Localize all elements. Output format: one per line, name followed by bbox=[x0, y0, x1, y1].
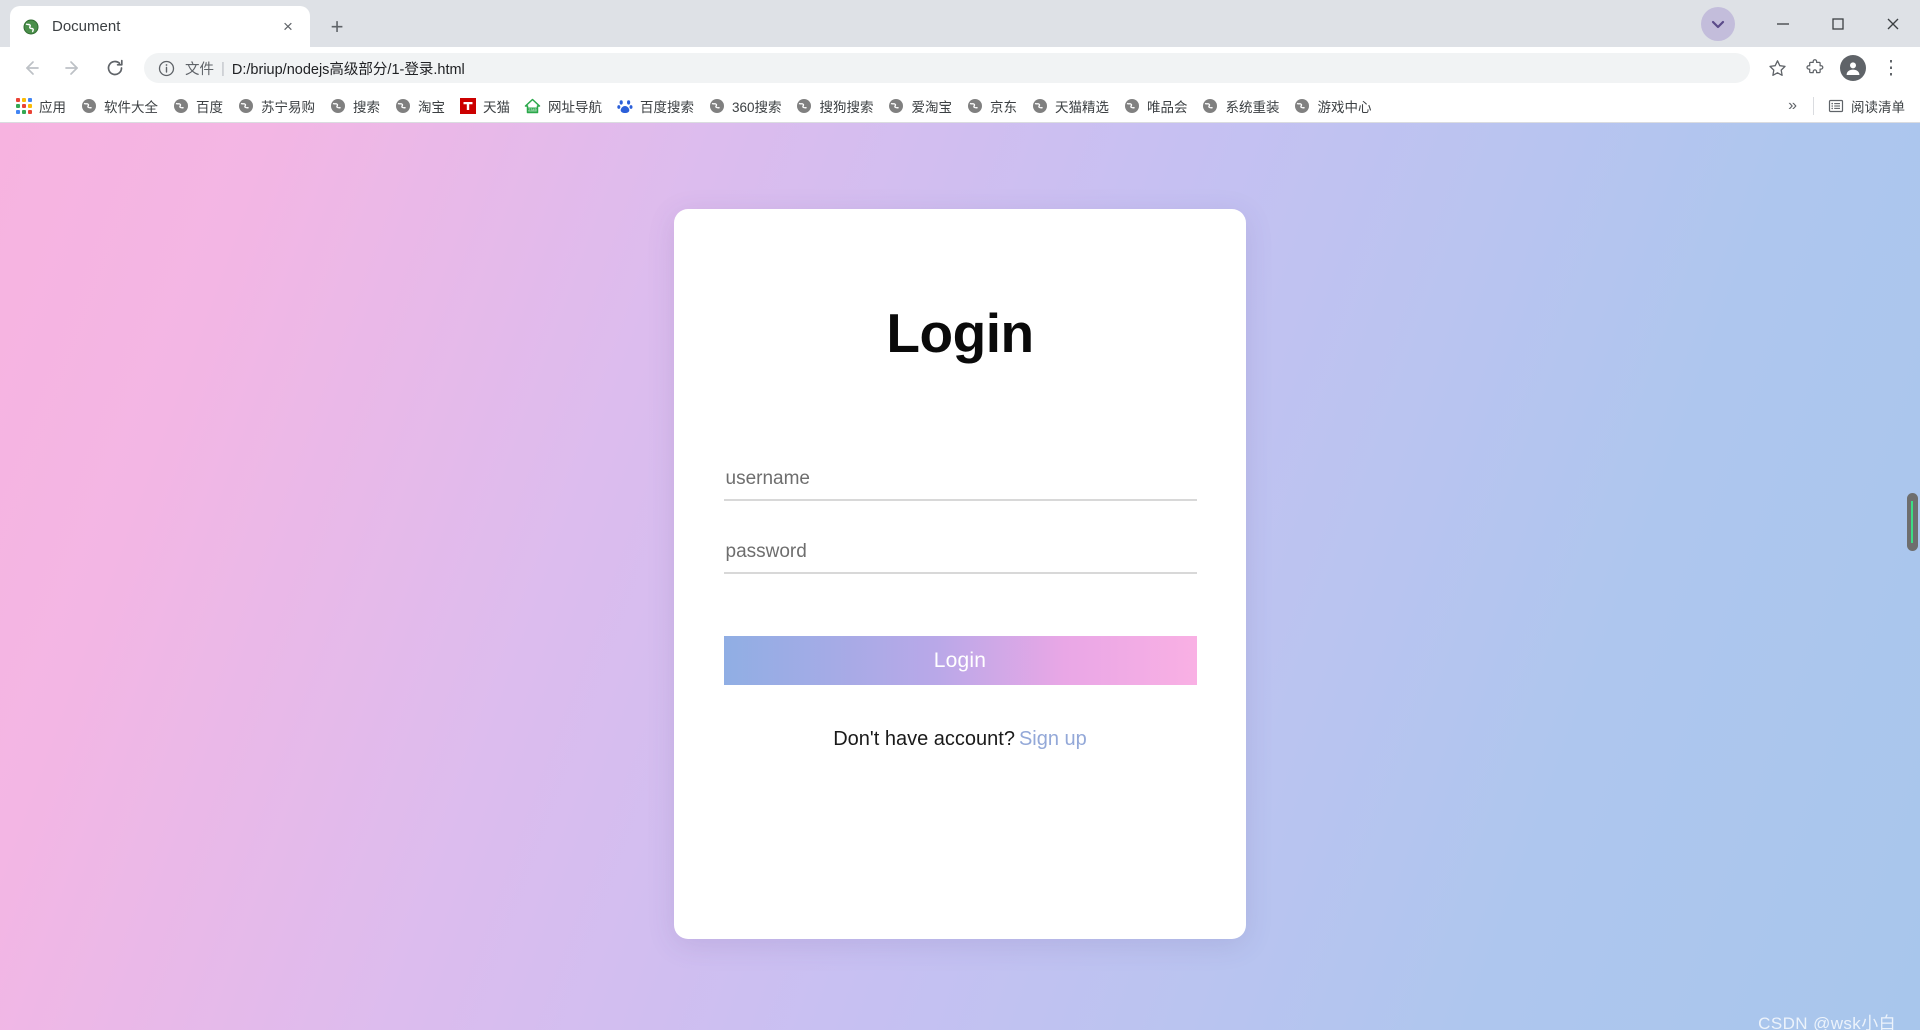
bookmark-apps[interactable]: 应用 bbox=[8, 93, 73, 119]
bookmark-sousuo[interactable]: 搜索 bbox=[322, 93, 387, 119]
page-viewport: Login Login Don't have account?Sign up C… bbox=[0, 123, 1920, 1030]
tab-title: Document bbox=[52, 18, 121, 35]
bookmark-baidu[interactable]: 百度 bbox=[165, 93, 230, 119]
globe-icon bbox=[237, 97, 254, 114]
bookmark-label: 系统重装 bbox=[1225, 99, 1280, 115]
bookmark-label: 游戏中心 bbox=[1317, 99, 1372, 115]
bookmark-label: 搜狗搜索 bbox=[819, 99, 874, 115]
bookmark-suningyigou[interactable]: 苏宁易购 bbox=[230, 93, 322, 119]
maximize-button[interactable] bbox=[1810, 0, 1865, 47]
bookmark-tmall[interactable]: 天猫 bbox=[452, 93, 517, 119]
password-input[interactable] bbox=[723, 538, 1197, 574]
login-button[interactable]: Login bbox=[723, 636, 1197, 685]
globe-icon bbox=[708, 97, 725, 114]
bookmark-taobao[interactable]: 淘宝 bbox=[387, 93, 452, 119]
profile-badge-icon[interactable] bbox=[1701, 6, 1735, 41]
login-form: Login Don't have account?Sign up bbox=[723, 465, 1197, 751]
tab-strip: Document × + bbox=[0, 0, 1920, 47]
bookmark-label: 应用 bbox=[39, 99, 66, 115]
username-input[interactable] bbox=[723, 465, 1197, 501]
page-scrollbar-thumb[interactable] bbox=[1907, 493, 1918, 551]
extensions-puzzle-icon[interactable] bbox=[1799, 52, 1831, 84]
signup-link[interactable]: Sign up bbox=[1019, 728, 1087, 750]
address-bar[interactable]: 文件 | D:/briup/nodejs高级部分/1-登录.html bbox=[144, 53, 1750, 83]
globe-icon bbox=[1031, 97, 1048, 114]
bookmark-label: 苏宁易购 bbox=[261, 99, 315, 115]
globe-icon bbox=[172, 97, 189, 114]
bookmark-baidusousuo[interactable]: 百度搜索 bbox=[609, 93, 701, 119]
bookmark-sogou[interactable]: 搜狗搜索 bbox=[789, 93, 881, 119]
url-separator: | bbox=[221, 59, 225, 77]
close-window-button[interactable] bbox=[1865, 0, 1920, 47]
browser-tab-document[interactable]: Document × bbox=[10, 6, 310, 47]
svg-text:2345: 2345 bbox=[528, 107, 536, 111]
bookmark-wangzhidaohang[interactable]: 2345 网址导航 bbox=[517, 93, 609, 119]
bookmark-360sousuo[interactable]: 360搜索 bbox=[701, 93, 789, 119]
globe-icon bbox=[394, 97, 411, 114]
reload-icon[interactable] bbox=[98, 51, 132, 85]
globe-icon bbox=[1123, 97, 1140, 114]
login-card: Login Login Don't have account?Sign up bbox=[674, 209, 1246, 939]
tmall-t-icon bbox=[459, 97, 476, 114]
bookmarks-overflow-button[interactable]: » bbox=[1778, 97, 1807, 115]
browser-menu-icon[interactable]: ⋮ bbox=[1875, 52, 1907, 84]
signup-prompt-text: Don't have account? bbox=[833, 728, 1015, 750]
bookmark-xitongchongzhuang[interactable]: 系统重装 bbox=[1195, 93, 1287, 119]
globe-icon bbox=[888, 97, 905, 114]
forward-icon[interactable] bbox=[56, 51, 90, 85]
bookmark-label: 爱淘宝 bbox=[911, 99, 953, 115]
globe-icon bbox=[1294, 97, 1311, 114]
baidu-paw-icon bbox=[616, 97, 633, 114]
bookmark-label: 京东 bbox=[990, 99, 1018, 115]
bookmark-tmalljingxuan[interactable]: 天猫精选 bbox=[1024, 93, 1116, 119]
avatar bbox=[1840, 55, 1866, 81]
apps-grid-icon bbox=[15, 97, 32, 114]
bookmark-label: 搜索 bbox=[353, 99, 380, 115]
profile-avatar-icon[interactable] bbox=[1837, 52, 1869, 84]
bookmark-label: 天猫 bbox=[483, 99, 510, 115]
bookmark-ruanjiandaquan[interactable]: 软件大全 bbox=[73, 93, 165, 119]
browser-toolbar: 文件 | D:/briup/nodejs高级部分/1-登录.html ⋮ bbox=[0, 47, 1920, 89]
bookmark-label: 百度 bbox=[196, 99, 223, 115]
url-scheme-label: 文件 bbox=[185, 61, 214, 78]
bookmark-label: 淘宝 bbox=[418, 99, 445, 115]
browser-window: Document × + 文件 | D:/briup/nodejs高级部分/1-… bbox=[0, 0, 1920, 1030]
watermark-text: CSDN @wsk小白 bbox=[1758, 1014, 1896, 1030]
bookmark-vipshop[interactable]: 唯品会 bbox=[1116, 93, 1195, 119]
bookmark-label: 天猫精选 bbox=[1055, 99, 1110, 115]
bookmark-label: 360搜索 bbox=[732, 99, 782, 115]
bookmark-jingdong[interactable]: 京东 bbox=[959, 93, 1024, 119]
close-icon[interactable]: × bbox=[278, 17, 298, 37]
back-icon[interactable] bbox=[14, 51, 48, 85]
bookmarks-divider bbox=[1813, 96, 1814, 115]
globe-icon bbox=[22, 18, 40, 36]
globe-icon bbox=[80, 97, 97, 114]
new-tab-button[interactable]: + bbox=[320, 10, 354, 44]
info-circle-icon[interactable] bbox=[158, 60, 175, 77]
reading-list-icon bbox=[1827, 97, 1844, 114]
reading-list-label: 阅读清单 bbox=[1851, 99, 1905, 115]
globe-icon bbox=[796, 97, 813, 114]
minimize-button[interactable] bbox=[1755, 0, 1810, 47]
page-title: Login bbox=[886, 302, 1034, 364]
globe-icon bbox=[1202, 97, 1219, 114]
reading-list-button[interactable]: 阅读清单 bbox=[1820, 93, 1912, 119]
bookmark-youxizhongxin[interactable]: 游戏中心 bbox=[1287, 93, 1379, 119]
globe-icon bbox=[966, 97, 983, 114]
bookmark-label: 网址导航 bbox=[548, 99, 602, 115]
globe-icon bbox=[329, 97, 346, 114]
bookmark-label: 百度搜索 bbox=[640, 99, 694, 115]
bookmark-label: 软件大全 bbox=[104, 99, 158, 115]
signup-row: Don't have account? Sign up bbox=[724, 728, 1197, 751]
house-2345-icon: 2345 bbox=[524, 97, 541, 114]
window-controls bbox=[1701, 0, 1920, 47]
bookmark-label: 唯品会 bbox=[1147, 99, 1188, 115]
bookmarks-bar: 应用 软件大全 百度 苏宁易购 搜索 淘宝 天猫 2345 网址导航 百度搜索 … bbox=[0, 89, 1920, 123]
bookmark-star-icon[interactable] bbox=[1761, 52, 1793, 84]
url-text: D:/briup/nodejs高级部分/1-登录.html bbox=[231, 61, 465, 78]
bookmark-aitaobao[interactable]: 爱淘宝 bbox=[881, 93, 960, 119]
